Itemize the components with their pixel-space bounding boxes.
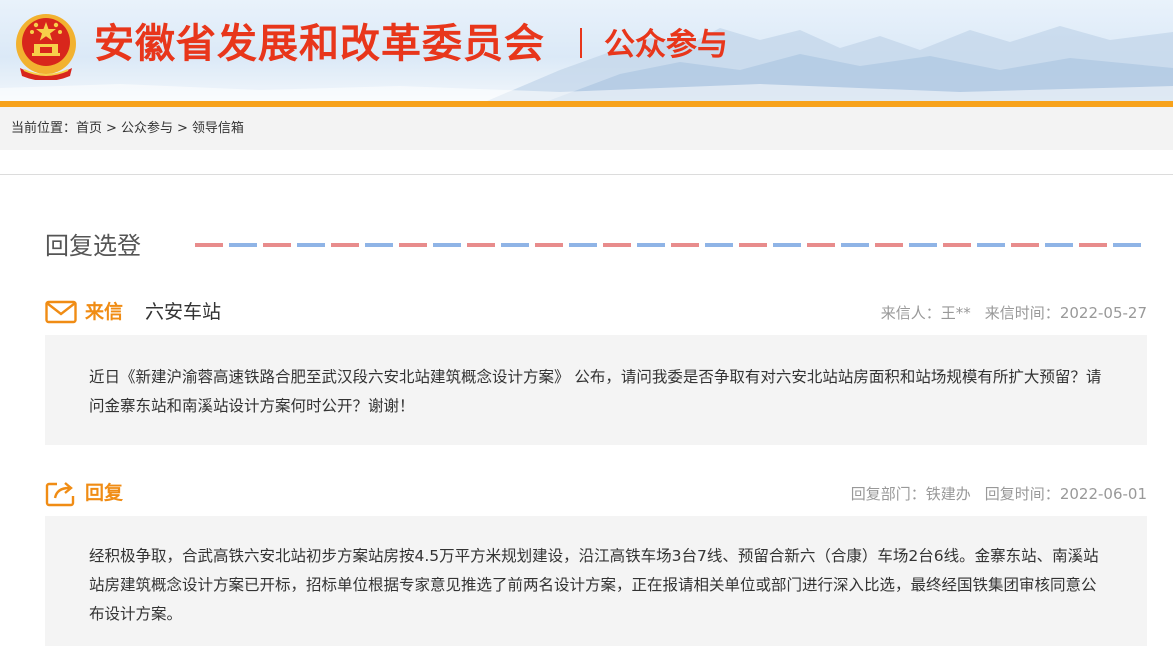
section-title: 公众参与 <box>604 27 728 63</box>
reply-dept: 铁建办 <box>925 485 971 503</box>
breadcrumb-public-participation-link[interactable]: 公众参与 <box>121 121 173 136</box>
breadcrumb-separator: > <box>106 121 117 136</box>
reply-share-icon <box>45 482 75 507</box>
airmail-dashed-divider <box>195 243 1147 247</box>
national-emblem-icon <box>16 14 76 80</box>
letter-tag: 来信 <box>85 301 124 323</box>
breadcrumb-home-link[interactable]: 首页 <box>76 121 102 136</box>
reply-body: 经积极争取，合武高铁六安北站初步方案站房按4.5万平方米规划建设，沿江高铁车场3… <box>45 516 1147 646</box>
site-header: 安徽省发展和改革委员会 公众参与 <box>0 0 1173 104</box>
breadcrumb-leader-mailbox-link[interactable]: 领导信箱 <box>192 121 244 136</box>
breadcrumb-separator: > <box>176 121 188 136</box>
letter-header: 来信 六安车站 来信人：王** 来信时间：2022-05-27 <box>45 298 1147 328</box>
envelope-icon <box>45 300 77 324</box>
letter-time-label: 来信时间： <box>984 304 1060 322</box>
reply-body-text: 经积极争取，合武高铁六安北站初步方案站房按4.5万平方米规划建设，沿江高铁车场3… <box>89 547 1099 623</box>
letter-body-text: 近日《新建沪渝蓉高速铁路合肥至武汉段六安北站建筑概念设计方案》 公布，请问我委是… <box>89 368 1102 415</box>
reply-time-label: 回复时间： <box>984 485 1060 503</box>
letter-subject: 六安车站 <box>145 301 222 323</box>
sender-label: 来信人： <box>880 304 941 322</box>
reply-tag: 回复 <box>85 482 124 504</box>
content-divider <box>0 174 1173 175</box>
breadcrumb-prefix: 当前位置： <box>11 121 77 136</box>
sender-name: 王** <box>940 304 971 322</box>
site-title: 安徽省发展和改革委员会 <box>94 21 545 67</box>
page-title: 回复选登 <box>45 232 141 260</box>
letter-time: 2022-05-27 <box>1059 304 1147 322</box>
reply-time: 2022-06-01 <box>1059 485 1147 503</box>
reply-header: 回复 回复部门：铁建办 回复时间：2022-06-01 <box>45 479 1147 509</box>
reply-meta: 回复部门：铁建办 回复时间：2022-06-01 <box>851 484 1147 504</box>
letter-body: 近日《新建沪渝蓉高速铁路合肥至武汉段六安北站建筑概念设计方案》 公布，请问我委是… <box>45 335 1147 445</box>
letter-meta: 来信人：王** 来信时间：2022-05-27 <box>881 303 1147 323</box>
title-divider <box>580 28 582 58</box>
breadcrumb: 当前位置：首页 > 公众参与 > 领导信箱 <box>0 107 1173 150</box>
reply-dept-label: 回复部门： <box>850 485 926 503</box>
